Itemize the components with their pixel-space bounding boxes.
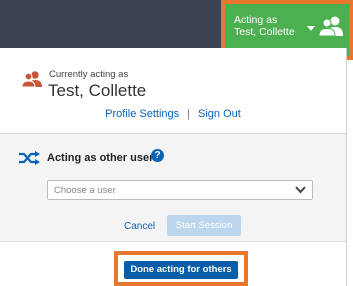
- done-acting-highlight: Done acting for others: [114, 251, 248, 286]
- sign-out-link[interactable]: Sign Out: [198, 108, 241, 120]
- currently-acting-label: Currently acting as: [49, 69, 129, 80]
- users-icon: [22, 71, 42, 88]
- shuffle-icon: [19, 151, 40, 165]
- acting-as-line1: Acting as: [234, 14, 278, 26]
- act-as-other-title: Acting as other user: [47, 152, 154, 164]
- account-links: Profile Settings | Sign Out: [0, 108, 346, 120]
- done-acting-button[interactable]: Done acting for others: [124, 261, 238, 279]
- caret-down-icon: [307, 26, 315, 31]
- acting-as-text: Acting as Test, Collette: [234, 14, 295, 38]
- chevron-down-icon: [295, 186, 306, 194]
- profile-settings-link[interactable]: Profile Settings: [105, 108, 179, 120]
- choose-user-placeholder: Choose a user: [54, 185, 116, 196]
- current-user-name: Test, Collette: [48, 81, 147, 100]
- acting-as-line2: Test, Collette: [234, 26, 295, 38]
- choose-user-select[interactable]: Choose a user: [47, 180, 313, 200]
- users-icon: [319, 16, 343, 37]
- start-session-button[interactable]: Start Session: [167, 215, 241, 236]
- cancel-link[interactable]: Cancel: [124, 221, 155, 232]
- link-separator: |: [187, 108, 191, 120]
- help-icon[interactable]: ?: [151, 149, 164, 162]
